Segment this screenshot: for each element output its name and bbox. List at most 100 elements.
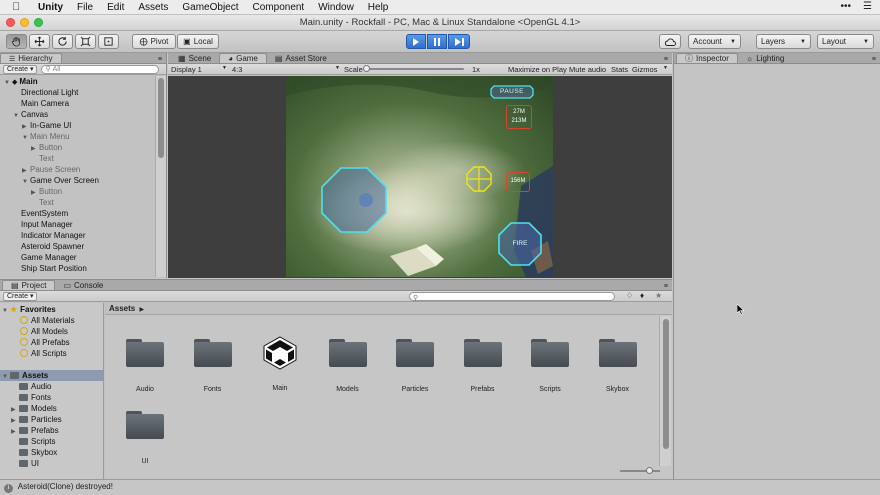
tab-scene[interactable]: ▦ Scene (170, 53, 219, 63)
asset-scrollbar[interactable] (659, 316, 671, 466)
pause-button[interactable] (427, 34, 447, 49)
display-dropdown[interactable]: Display 1 ▼ (171, 65, 227, 74)
hierarchy-item[interactable]: ▶ Pause Screen (22, 164, 80, 175)
pause-hud-button[interactable]: PAUSE (490, 85, 534, 99)
rect-tool-button[interactable] (98, 34, 119, 49)
pivot-toggle[interactable]: ⨁ Pivot (132, 34, 176, 49)
favorites-header[interactable]: ▼ ★ Favorites (2, 304, 56, 315)
asset-folder[interactable]: Audio (115, 339, 175, 393)
project-tree-folder[interactable]: Audio (11, 381, 51, 392)
scroll-thumb[interactable] (158, 78, 164, 158)
project-tree-folder[interactable]: Skybox (11, 447, 57, 458)
assets-root[interactable]: ▼ Assets (0, 370, 104, 381)
tab-project[interactable]: ▤ Project (2, 280, 56, 290)
asset-folder[interactable]: UI (115, 411, 175, 465)
fire-hud-button[interactable]: FIRE (498, 222, 542, 266)
hierarchy-item[interactable]: ▼ Main Menu (22, 131, 70, 142)
hierarchy-item[interactable]: ▼ Canvas (13, 109, 48, 120)
mute-audio-toggle[interactable]: Mute audio (569, 65, 606, 74)
asset-folder[interactable]: Fonts (183, 339, 243, 393)
hierarchy-item[interactable]: ▼ Game Over Screen (22, 175, 99, 186)
list-icon[interactable]: ☰ (863, 1, 872, 12)
hierarchy-item[interactable]: ▶ In-Game UI (22, 120, 71, 131)
tab-lighting[interactable]: ☼ Lighting (738, 53, 792, 63)
project-tree-folder[interactable]: ▶ Models (11, 403, 57, 414)
game-viewport[interactable]: PAUSE 27M 213M 156M FIRE (168, 76, 672, 278)
apple-icon[interactable]:  (12, 1, 26, 13)
collab-cloud-button[interactable] (659, 34, 681, 49)
scale-slider-thumb[interactable] (363, 65, 370, 72)
asteroid-target-octagon[interactable] (321, 167, 387, 233)
tab-hierarchy[interactable]: ☰ Hierarchy (0, 53, 62, 63)
project-tree-folder[interactable]: Scripts (11, 436, 55, 447)
hierarchy-scrollbar[interactable] (155, 76, 166, 277)
hierarchy-item[interactable]: Directional Light (13, 87, 78, 98)
hierarchy-item[interactable]: ▶ Button (31, 186, 62, 197)
project-tree-folder[interactable]: ▶ Prefabs (11, 425, 59, 436)
hierarchy-item[interactable]: Asteroid Spawner (13, 241, 84, 252)
hierarchy-item[interactable]: Text (31, 153, 54, 164)
menu-help[interactable]: Help (368, 2, 389, 13)
asset-folder[interactable]: Particles (385, 339, 445, 393)
menu-edit[interactable]: Edit (107, 2, 124, 13)
hierarchy-item[interactable]: Indicator Manager (13, 230, 85, 241)
project-tree-folder[interactable]: UI (11, 458, 39, 469)
menu-app[interactable]: Unity (38, 2, 63, 13)
more-icon[interactable]: ••• (841, 1, 852, 12)
icon-size-slider-thumb[interactable] (646, 467, 653, 474)
create-dropdown[interactable]: Create ▾ (3, 64, 38, 74)
asset-folder[interactable]: Skybox (588, 339, 648, 393)
filter-type-icon[interactable]: ♢ (626, 291, 633, 300)
favorite-all-prefabs[interactable]: All Prefabs (20, 337, 70, 348)
panel-menu-icon[interactable]: ≡ (664, 56, 668, 63)
project-search-input[interactable]: ⚲ (409, 292, 615, 302)
asset-folder[interactable]: Prefabs (453, 339, 513, 393)
layers-dropdown[interactable]: Layers ▼ (756, 34, 811, 49)
menu-assets[interactable]: Assets (138, 2, 168, 13)
filter-label-icon[interactable]: ♦ (640, 291, 644, 300)
play-button[interactable] (406, 34, 426, 49)
hierarchy-search-input[interactable]: ⚲ All (41, 64, 160, 74)
account-dropdown[interactable]: Account ▼ (688, 34, 741, 49)
layout-dropdown[interactable]: Layout ▼ (817, 34, 874, 49)
expand-down-icon[interactable]: ▼ (4, 78, 12, 89)
scale-tool-button[interactable] (75, 34, 96, 49)
hierarchy-item[interactable]: Game Manager (13, 252, 77, 263)
maximize-on-play-toggle[interactable]: Maximize on Play (508, 65, 567, 74)
panel-menu-icon[interactable]: ≡ (158, 56, 162, 63)
menu-window[interactable]: Window (318, 2, 354, 13)
tab-console[interactable]: ▭ Console (55, 280, 111, 290)
scroll-thumb[interactable] (663, 319, 669, 449)
hierarchy-item[interactable]: Main Camera (13, 98, 69, 109)
menu-component[interactable]: Component (253, 2, 305, 13)
status-message[interactable]: Asteroid(Clone) destroyed! (18, 482, 113, 491)
expand-down-icon[interactable]: ▼ (22, 133, 30, 144)
favorite-all-models[interactable]: All Models (20, 326, 68, 337)
scale-slider[interactable] (363, 65, 464, 72)
gizmos-dropdown[interactable]: Gizmos ▼ (632, 65, 668, 74)
favorite-all-materials[interactable]: All Materials (20, 315, 75, 326)
stats-toggle[interactable]: Stats (611, 65, 628, 74)
game-render[interactable]: PAUSE 27M 213M 156M FIRE (286, 76, 553, 277)
icon-size-slider[interactable] (620, 467, 660, 474)
project-tree-folder[interactable]: Fonts (11, 392, 51, 403)
asset-folder[interactable]: Models (318, 339, 378, 393)
tab-asset-store[interactable]: ▤ Asset Store (267, 53, 335, 63)
expand-down-icon[interactable]: ▼ (22, 177, 30, 188)
tab-game[interactable]: ◕ Game (219, 53, 267, 63)
project-create-dropdown[interactable]: Create ▾ (3, 291, 38, 301)
local-toggle[interactable]: ▣ Local (177, 34, 219, 49)
hierarchy-item[interactable]: Input Manager (13, 219, 73, 230)
menu-gameobject[interactable]: GameObject (182, 2, 238, 13)
aspect-dropdown[interactable]: 4:3 ▼ (232, 65, 340, 74)
expand-down-icon[interactable]: ▼ (13, 111, 21, 122)
hierarchy-item[interactable]: Ship Start Position (13, 263, 87, 274)
move-tool-button[interactable] (29, 34, 50, 49)
tab-inspector[interactable]: ⓘ Inspector (676, 53, 738, 63)
hierarchy-item[interactable]: EventSystem (13, 208, 68, 219)
hierarchy-item[interactable]: Text (31, 197, 54, 208)
menu-file[interactable]: File (77, 2, 93, 13)
panel-menu-icon[interactable]: ≡ (872, 56, 876, 63)
project-tree-folder[interactable]: ▶ Particles (11, 414, 62, 425)
rotate-tool-button[interactable] (52, 34, 73, 49)
